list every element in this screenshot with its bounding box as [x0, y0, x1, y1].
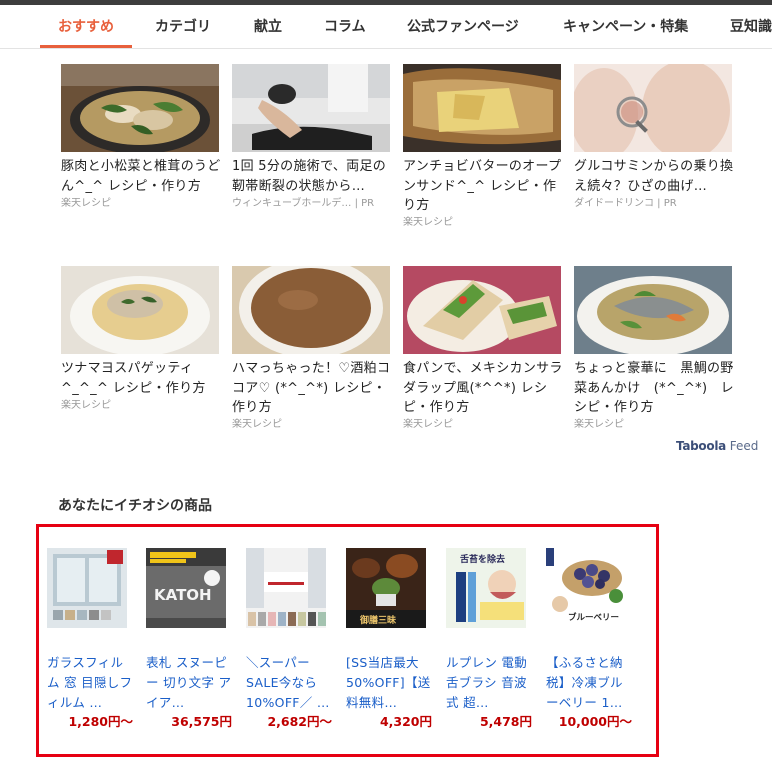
- active-tab-indicator: [40, 45, 132, 48]
- feed-card-title: 豚肉と小松菜と椎茸のうどん^_^ レシピ・作り方: [61, 159, 221, 194]
- feed-card-ad[interactable]: グルコサミンからの乗り換え続々？ひざの曲げ… ダイドードリンコ | PR: [574, 64, 734, 212]
- feed-card-source: 楽天レシピ: [574, 419, 624, 430]
- feed-card-title: グルコサミンからの乗り換え続々？ひざの曲げ…: [574, 159, 734, 194]
- katoh-text: KATOH: [154, 586, 212, 604]
- curtain-product: [246, 548, 326, 628]
- tab-osusume[interactable]: おすすめ: [58, 5, 114, 48]
- tab-official-fanpage[interactable]: 公式ファンページ: [407, 5, 519, 48]
- feed-card-source: 楽天レシピ: [403, 419, 453, 430]
- feed-card-source: 楽天レシピ: [403, 217, 453, 228]
- tab-campaign[interactable]: キャンペーン・特集: [563, 5, 688, 48]
- blueberry-label-text: ブルーベリー: [568, 612, 619, 623]
- product-price: 1,280円〜: [68, 714, 133, 729]
- product-item[interactable]: ブルーベリー 【ふるさと納税】冷凍ブルーベリー 1… 10,000円〜: [546, 548, 632, 731]
- product-name: 表札 スヌーピー 切り文字 アイア…: [146, 655, 232, 710]
- feed-card-title: ちょっと豪華に 黒鯛の野菜あんかけ (*^_^*) レシピ・作り方: [574, 361, 734, 415]
- category-tab-bar: おすすめ カテゴリ 献立 コラム 公式ファンページ キャンペーン・特集 豆知識: [0, 5, 772, 49]
- feed-card-source: 楽天レシピ: [61, 198, 111, 209]
- feed-card[interactable]: 食パンで、メキシカンサラダラップ風(*^^*) レシピ・作り方 楽天レシピ: [403, 266, 563, 433]
- product-name: 【ふるさと納税】冷凍ブルーベリー 1…: [546, 655, 623, 710]
- feed-card-title: アンチョビバターのオープンサンド^_^ レシピ・作り方: [403, 159, 562, 213]
- tongue-brush-product: 舌苔を除去: [446, 548, 526, 628]
- product-name: ルプレン 電動 舌ブラシ 音波式 超…: [446, 655, 528, 710]
- product-price: 36,575円: [171, 714, 232, 729]
- udon-bowl-photo: [61, 64, 219, 152]
- product-item[interactable]: ガラスフィルム 窓 目隠しフィルム … 1,280円〜: [47, 548, 133, 731]
- feed-card[interactable]: ハマっちゃった！♡酒粕ココア♡ (*^_^*) レシピ・作り方 楽天レシピ: [232, 266, 392, 433]
- product-price: 5,478円: [479, 714, 532, 729]
- tab-column[interactable]: コラム: [324, 5, 366, 48]
- knee-photo: [574, 64, 732, 152]
- product-name: ガラスフィルム 窓 目隠しフィルム …: [47, 655, 133, 710]
- salad-wrap-photo: [403, 266, 561, 354]
- sea-bream-photo: [574, 266, 732, 354]
- feed-card-source: ウィンキューブホールデ… | PR: [232, 198, 375, 209]
- feed-card-source: ダイドードリンコ | PR: [574, 198, 677, 209]
- feed-card[interactable]: ちょっと豪華に 黒鯛の野菜あんかけ (*^_^*) レシピ・作り方 楽天レシピ: [574, 266, 734, 433]
- product-item[interactable]: ＼スーパーSALE今なら10%OFF／ … 2,682円〜: [246, 548, 332, 731]
- feed-card[interactable]: 豚肉と小松菜と椎茸のうどん^_^ レシピ・作り方 楽天レシピ: [61, 64, 221, 212]
- tongue-brush-text: 舌苔を除去: [460, 553, 505, 565]
- product-price: 2,682円〜: [267, 714, 332, 729]
- feed-card-title: 食パンで、メキシカンサラダラップ風(*^^*) レシピ・作り方: [403, 361, 563, 415]
- massage-treatment-photo: [232, 64, 390, 152]
- cocoa-cup-photo: [232, 266, 390, 354]
- open-sandwich-photo: [403, 64, 561, 152]
- blueberry-product: ブルーベリー: [546, 548, 626, 628]
- recommend-section-title: あなたにイチオシの商品: [58, 498, 212, 514]
- taboola-feed-logo[interactable]: Taboola Feed: [676, 439, 758, 453]
- gourmet-food-product: 御膳三昧: [346, 548, 426, 628]
- feed-card-source: 楽天レシピ: [61, 400, 111, 411]
- feed-card-source: 楽天レシピ: [232, 419, 282, 430]
- katoh-nameplate-product: KATOH: [146, 548, 226, 628]
- feed-card[interactable]: アンチョビバターのオープンサンド^_^ レシピ・作り方 楽天レシピ: [403, 64, 563, 231]
- feed-card-title: ツナマヨスパゲッティ^_^_^ レシピ・作り方: [61, 361, 206, 396]
- product-item[interactable]: 舌苔を除去 ルプレン 電動 舌ブラシ 音波式 超… 5,478円: [446, 548, 532, 731]
- product-name: [SS当店最大50%OFF]【送料無料…: [346, 655, 431, 710]
- taboola-feed-label: Feed: [729, 439, 759, 453]
- window-film-product: [47, 548, 127, 628]
- taboola-brand: Taboola: [676, 439, 726, 453]
- gourmet-logo-text: 御膳三昧: [359, 614, 397, 626]
- product-item[interactable]: 御膳三昧 [SS当店最大50%OFF]【送料無料… 4,320円: [346, 548, 432, 731]
- product-price: 10,000円〜: [558, 714, 632, 729]
- tab-kondate[interactable]: 献立: [254, 5, 282, 48]
- pasta-photo: [61, 266, 219, 354]
- tab-category[interactable]: カテゴリ: [155, 5, 211, 48]
- feed-card-title: ハマっちゃった！♡酒粕ココア♡ (*^_^*) レシピ・作り方: [232, 361, 391, 415]
- product-price: 4,320円: [379, 714, 432, 729]
- product-name: ＼スーパーSALE今なら10%OFF／ …: [246, 655, 330, 710]
- feed-card[interactable]: ツナマヨスパゲッティ^_^_^ レシピ・作り方 楽天レシピ: [61, 266, 221, 414]
- tab-mamechishiki[interactable]: 豆知識: [730, 5, 772, 48]
- recommended-products-box: ガラスフィルム 窓 目隠しフィルム … 1,280円〜 KATOH 表札 スヌー…: [36, 524, 659, 757]
- product-item[interactable]: KATOH 表札 スヌーピー 切り文字 アイア… 36,575円: [146, 548, 232, 731]
- feed-card-ad[interactable]: 1回 5分の施術で、両足の靭帯断裂の状態から… ウィンキューブホールデ… | P…: [232, 64, 392, 212]
- feed-card-title: 1回 5分の施術で、両足の靭帯断裂の状態から…: [232, 159, 387, 194]
